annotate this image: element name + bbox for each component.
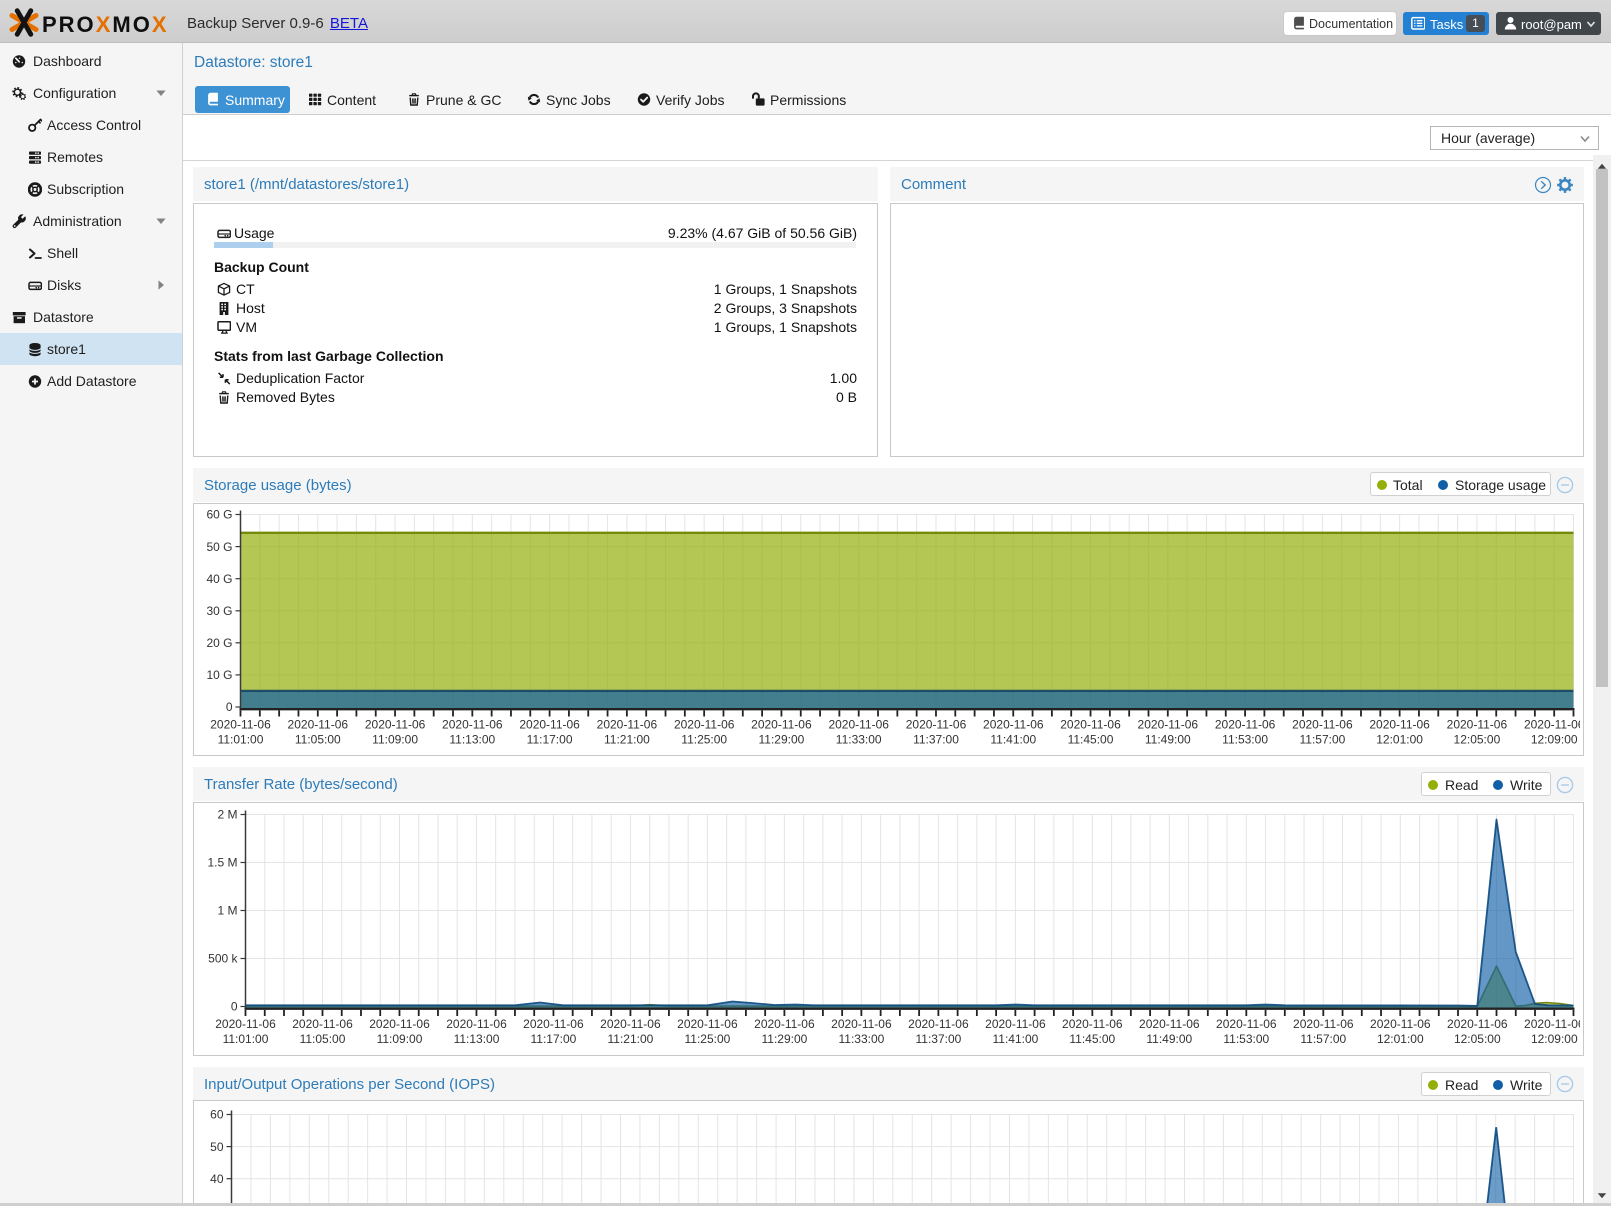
svg-text:11:01:00: 11:01:00 — [218, 733, 264, 747]
svg-text:60 G: 60 G — [206, 508, 232, 522]
svg-text:2020-11-06: 2020-11-06 — [446, 1017, 507, 1031]
svg-text:2020-11-06: 2020-11-06 — [674, 718, 735, 732]
svg-text:11:49:00: 11:49:00 — [1145, 733, 1191, 747]
svg-text:40: 40 — [210, 1172, 224, 1186]
svg-text:12:09:00: 12:09:00 — [1531, 1032, 1578, 1046]
svg-text:11:09:00: 11:09:00 — [377, 1032, 423, 1046]
svg-text:11:41:00: 11:41:00 — [992, 1032, 1038, 1046]
svg-text:2020-11-06: 2020-11-06 — [1293, 1017, 1354, 1031]
svg-text:2020-11-06: 2020-11-06 — [442, 718, 503, 732]
svg-text:0: 0 — [226, 700, 233, 714]
svg-text:2020-11-06: 2020-11-06 — [985, 1017, 1046, 1031]
svg-text:11:05:00: 11:05:00 — [300, 1032, 346, 1046]
svg-text:2020-11-06: 2020-11-06 — [369, 1017, 430, 1031]
svg-text:2020-11-06: 2020-11-06 — [1524, 718, 1580, 732]
svg-text:11:13:00: 11:13:00 — [449, 733, 495, 747]
svg-text:2020-11-06: 2020-11-06 — [908, 1017, 969, 1031]
svg-text:10 G: 10 G — [206, 668, 232, 682]
svg-text:11:37:00: 11:37:00 — [913, 733, 959, 747]
svg-text:2020-11-06: 2020-11-06 — [215, 1017, 276, 1031]
svg-text:2020-11-06: 2020-11-06 — [983, 718, 1044, 732]
svg-text:11:13:00: 11:13:00 — [454, 1032, 500, 1046]
svg-text:2020-11-06: 2020-11-06 — [1447, 1017, 1508, 1031]
svg-text:2020-11-06: 2020-11-06 — [677, 1017, 738, 1031]
svg-text:12:05:00: 12:05:00 — [1454, 1032, 1501, 1046]
svg-text:11:45:00: 11:45:00 — [1068, 733, 1114, 747]
svg-text:2020-11-06: 2020-11-06 — [831, 1017, 892, 1031]
svg-text:11:57:00: 11:57:00 — [1299, 733, 1345, 747]
svg-text:11:33:00: 11:33:00 — [838, 1032, 884, 1046]
svg-text:50: 50 — [210, 1140, 224, 1154]
svg-text:11:25:00: 11:25:00 — [681, 733, 727, 747]
svg-text:12:05:00: 12:05:00 — [1454, 733, 1501, 747]
svg-text:11:17:00: 11:17:00 — [530, 1032, 576, 1046]
svg-text:2020-11-06: 2020-11-06 — [519, 718, 580, 732]
svg-text:2020-11-06: 2020-11-06 — [523, 1017, 584, 1031]
svg-text:11:33:00: 11:33:00 — [836, 733, 882, 747]
svg-text:11:21:00: 11:21:00 — [607, 1032, 653, 1046]
svg-text:2020-11-06: 2020-11-06 — [1215, 718, 1276, 732]
svg-text:11:29:00: 11:29:00 — [758, 733, 804, 747]
svg-text:2020-11-06: 2020-11-06 — [1370, 1017, 1431, 1031]
svg-text:11:37:00: 11:37:00 — [915, 1032, 961, 1046]
svg-text:1.5 M: 1.5 M — [207, 856, 237, 870]
svg-text:2020-11-06: 2020-11-06 — [288, 718, 349, 732]
svg-text:2020-11-06: 2020-11-06 — [754, 1017, 815, 1031]
svg-text:2020-11-06: 2020-11-06 — [292, 1017, 353, 1031]
svg-text:2020-11-06: 2020-11-06 — [751, 718, 812, 732]
svg-text:40 G: 40 G — [206, 572, 232, 586]
svg-text:1 M: 1 M — [217, 904, 237, 918]
svg-text:2020-11-06: 2020-11-06 — [597, 718, 658, 732]
svg-text:11:41:00: 11:41:00 — [990, 733, 1036, 747]
svg-text:2020-11-06: 2020-11-06 — [600, 1017, 661, 1031]
svg-text:2020-11-06: 2020-11-06 — [1447, 718, 1508, 732]
svg-text:2020-11-06: 2020-11-06 — [1062, 1017, 1123, 1031]
svg-text:2020-11-06: 2020-11-06 — [828, 718, 889, 732]
svg-text:2020-11-06: 2020-11-06 — [906, 718, 967, 732]
svg-text:2020-11-06: 2020-11-06 — [1524, 1017, 1580, 1031]
svg-text:0: 0 — [231, 1000, 238, 1014]
svg-text:11:05:00: 11:05:00 — [295, 733, 341, 747]
svg-text:12:01:00: 12:01:00 — [1376, 733, 1423, 747]
svg-text:2020-11-06: 2020-11-06 — [1138, 718, 1199, 732]
svg-text:11:25:00: 11:25:00 — [684, 1032, 730, 1046]
svg-text:2020-11-06: 2020-11-06 — [1216, 1017, 1277, 1031]
svg-text:2020-11-06: 2020-11-06 — [365, 718, 426, 732]
svg-text:2020-11-06: 2020-11-06 — [1060, 718, 1121, 732]
svg-text:11:29:00: 11:29:00 — [761, 1032, 807, 1046]
svg-text:11:49:00: 11:49:00 — [1146, 1032, 1192, 1046]
svg-text:2 M: 2 M — [217, 808, 237, 822]
svg-text:11:57:00: 11:57:00 — [1300, 1032, 1346, 1046]
svg-text:11:45:00: 11:45:00 — [1069, 1032, 1115, 1046]
svg-text:30 G: 30 G — [206, 604, 232, 618]
svg-text:11:01:00: 11:01:00 — [223, 1032, 269, 1046]
svg-text:11:53:00: 11:53:00 — [1222, 733, 1268, 747]
svg-text:2020-11-06: 2020-11-06 — [210, 718, 271, 732]
svg-text:12:01:00: 12:01:00 — [1377, 1032, 1424, 1046]
svg-text:12:09:00: 12:09:00 — [1531, 733, 1578, 747]
svg-text:500 k: 500 k — [208, 952, 238, 966]
svg-text:50 G: 50 G — [206, 540, 232, 554]
svg-text:2020-11-06: 2020-11-06 — [1139, 1017, 1200, 1031]
svg-text:11:09:00: 11:09:00 — [372, 733, 418, 747]
svg-text:20 G: 20 G — [206, 636, 232, 650]
svg-text:11:17:00: 11:17:00 — [527, 733, 573, 747]
svg-text:11:21:00: 11:21:00 — [604, 733, 650, 747]
svg-text:60: 60 — [210, 1108, 224, 1122]
svg-text:2020-11-06: 2020-11-06 — [1369, 718, 1430, 732]
svg-text:2020-11-06: 2020-11-06 — [1292, 718, 1353, 732]
svg-text:11:53:00: 11:53:00 — [1223, 1032, 1269, 1046]
